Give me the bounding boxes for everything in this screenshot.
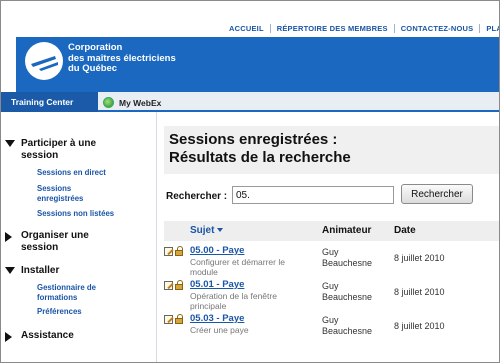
- session-date: 8 juillet 2010: [394, 321, 445, 331]
- sidebar-section-title: session: [21, 242, 59, 253]
- sidebar-section-title: Participer à une: [21, 138, 97, 149]
- tab-my-webex[interactable]: My WebEx: [103, 92, 161, 112]
- globe-icon: [103, 97, 114, 108]
- table-row: 05.00 - Paye Configurer et démarrer le m…: [164, 245, 499, 281]
- cmeq-logo-icon[interactable]: [25, 42, 63, 80]
- session-host-line: Guy: [322, 247, 339, 257]
- sidebar-section-assistance[interactable]: Assistance: [5, 330, 74, 342]
- edit-icon[interactable]: [164, 315, 173, 324]
- sidebar-section-title: Installer: [21, 265, 60, 276]
- sidebar-item-label: Sessions: [37, 184, 72, 193]
- session-description-line: Opération de la fenêtre: [190, 291, 277, 301]
- column-header-subject-label: Sujet: [190, 225, 215, 236]
- lock-icon: [175, 246, 183, 256]
- tab-bar: Training Center My WebEx: [1, 92, 499, 112]
- nav-link-repertoire[interactable]: RÉPERTOIRE DES MEMBRES: [269, 24, 394, 33]
- org-line: Corporation: [68, 42, 123, 53]
- session-description: Créer une paye: [190, 325, 320, 335]
- sidebar-item-label: enregistrées: [37, 193, 84, 203]
- collapsed-arrow-icon: [5, 332, 12, 342]
- column-header-date: Date: [394, 225, 416, 236]
- row-actions: [164, 280, 186, 291]
- session-topic-link[interactable]: 05.03 - Paye: [190, 313, 244, 324]
- nav-link-plan[interactable]: PLAN: [479, 24, 499, 33]
- session-host-line: Beauchesne: [322, 326, 373, 336]
- session-host-line: Guy: [322, 281, 339, 291]
- org-line: du Québec: [68, 63, 118, 74]
- session-topic-link[interactable]: 05.00 - Paye: [190, 245, 244, 256]
- organization-name: Corporation des maîtres électriciens du …: [68, 42, 176, 75]
- session-host: Guy Beauchesne: [322, 247, 392, 269]
- table-row: 05.01 - Paye Opération de la fenêtre pri…: [164, 279, 499, 315]
- session-description-line: Configurer et démarrer le: [190, 257, 285, 267]
- top-links: ACCUEIL RÉPERTOIRE DES MEMBRES CONTACTEZ-N…: [223, 24, 499, 33]
- column-header-subject[interactable]: Sujet: [190, 225, 224, 236]
- page-title: Sessions enregistrées : Résultats de la …: [164, 126, 499, 174]
- session-description: Configurer et démarrer le module: [190, 257, 320, 277]
- collapsed-arrow-icon: [5, 232, 12, 242]
- sidebar-item-gestionnaire[interactable]: Gestionnaire de formations: [37, 283, 96, 302]
- session-host-line: Beauchesne: [322, 292, 373, 302]
- table-row: 05.03 - Paye Créer une paye Guy Beauches…: [164, 313, 499, 349]
- sidebar-section-organiser[interactable]: Organiser une session: [5, 230, 89, 254]
- sidebar: Participer à une session Sessions en dir…: [1, 112, 157, 362]
- edit-icon[interactable]: [164, 281, 173, 290]
- row-actions: [164, 314, 186, 325]
- sidebar-section-participer[interactable]: Participer à une session: [5, 138, 97, 162]
- nav-link-accueil[interactable]: ACCUEIL: [223, 24, 270, 33]
- sidebar-item-sessions-non-listees[interactable]: Sessions non listées: [37, 209, 114, 219]
- sort-descending-icon: [217, 228, 224, 232]
- lock-icon: [175, 280, 183, 290]
- top-navigation: ACCUEIL RÉPERTOIRE DES MEMBRES CONTACTEZ-N…: [1, 1, 499, 37]
- nav-link-contact[interactable]: CONTACTEZ-NOUS: [393, 24, 480, 33]
- sidebar-section-title: session: [21, 150, 59, 161]
- row-actions: [164, 246, 186, 257]
- tab-training-center[interactable]: Training Center: [1, 92, 98, 112]
- sidebar-section-title: Organiser une: [21, 230, 89, 241]
- sidebar-section-title: Assistance: [21, 330, 74, 341]
- search-input[interactable]: [232, 186, 394, 204]
- sidebar-section-installer[interactable]: Installer: [5, 265, 60, 277]
- tab-my-webex-label: My WebEx: [119, 98, 162, 108]
- expanded-arrow-icon: [5, 140, 15, 147]
- session-host-line: Beauchesne: [322, 258, 373, 268]
- search-label: Rechercher :: [166, 191, 228, 202]
- sidebar-item-preferences[interactable]: Préférences: [37, 307, 82, 317]
- session-host: Guy Beauchesne: [322, 315, 392, 337]
- sidebar-item-sessions-en-direct[interactable]: Sessions en direct: [37, 168, 106, 178]
- search-button[interactable]: Rechercher: [401, 184, 473, 204]
- session-date: 8 juillet 2010: [394, 287, 445, 297]
- column-header-host: Animateur: [322, 225, 372, 236]
- sidebar-item-label: formations: [37, 292, 78, 302]
- page-title-line: Sessions enregistrées :: [169, 131, 338, 148]
- results-table-header: Sujet Animateur Date: [164, 221, 499, 241]
- session-description-line: principale: [190, 301, 227, 311]
- session-host-line: Guy: [322, 315, 339, 325]
- header-banner: Corporation des maîtres électriciens du …: [16, 37, 499, 92]
- page-title-line: Résultats de la recherche: [169, 149, 351, 166]
- lock-icon: [175, 314, 183, 324]
- session-description: Opération de la fenêtre principale: [190, 291, 320, 311]
- session-description-line: module: [190, 267, 218, 277]
- page-frame: ACCUEIL RÉPERTOIRE DES MEMBRES CONTACTEZ-N…: [0, 0, 500, 363]
- edit-icon[interactable]: [164, 247, 173, 256]
- session-description-line: Créer une paye: [190, 325, 249, 335]
- main-content: Sessions enregistrées : Résultats de la …: [158, 112, 499, 362]
- sidebar-item-sessions-enregistrees[interactable]: Sessions enregistrées: [37, 184, 83, 203]
- session-host: Guy Beauchesne: [322, 281, 392, 303]
- session-date: 8 juillet 2010: [394, 253, 445, 263]
- session-topic-link[interactable]: 05.01 - Paye: [190, 279, 244, 290]
- expanded-arrow-icon: [5, 267, 15, 274]
- sidebar-item-label: Gestionnaire de: [37, 283, 96, 292]
